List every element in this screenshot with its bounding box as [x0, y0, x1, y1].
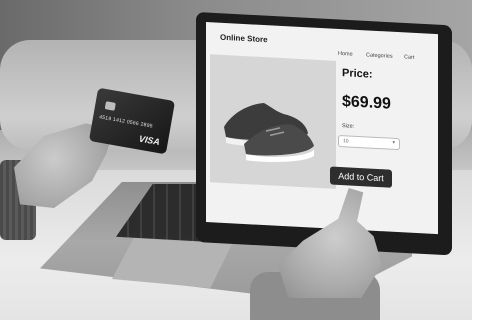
- photo: Online Store Home Categories Cart Price:…: [0, 0, 472, 320]
- chevron-down-icon: ▾: [392, 139, 395, 146]
- card-number: 4519 1412 0566 2895: [98, 114, 154, 130]
- price-label: Price:: [342, 67, 373, 81]
- product-price: $69.99: [342, 93, 391, 113]
- nav-cart[interactable]: Cart: [404, 54, 414, 61]
- nav-home[interactable]: Home: [338, 51, 353, 58]
- product-image: [210, 54, 336, 189]
- sneaker-icon: [224, 103, 314, 162]
- add-to-cart-button[interactable]: Add to Cart: [330, 166, 392, 188]
- size-select-value: 10: [343, 138, 349, 145]
- laptop-screen: Online Store Home Categories Cart Price:…: [206, 22, 438, 235]
- card-chip-icon: [104, 101, 116, 111]
- card-brand-logo: VISA: [138, 133, 161, 148]
- store-brand[interactable]: Online Store: [220, 33, 268, 44]
- laptop-touchpad: [112, 238, 232, 288]
- nav-categories[interactable]: Categories: [366, 52, 393, 59]
- size-select[interactable]: 10 ▾: [338, 134, 400, 151]
- size-label: Size:: [342, 123, 355, 130]
